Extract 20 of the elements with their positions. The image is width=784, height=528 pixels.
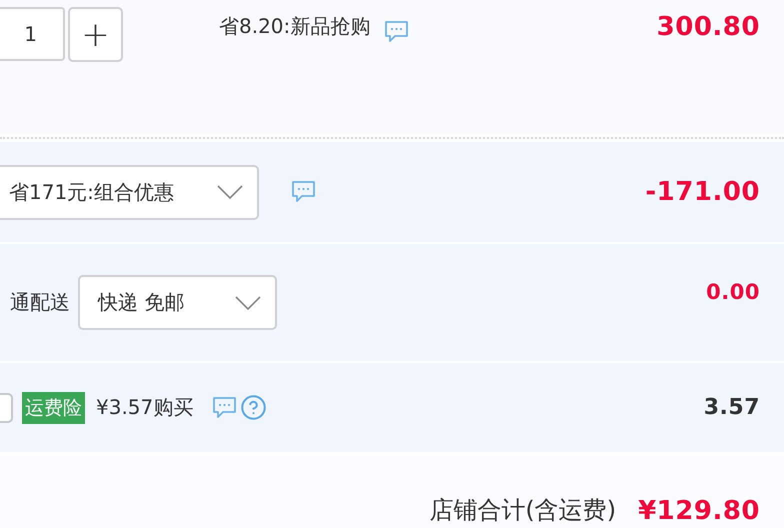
- help-icon[interactable]: [240, 394, 268, 421]
- item-price: 300.80: [656, 12, 760, 42]
- insurance-offer: ¥3.57购买: [96, 394, 194, 421]
- discount-dropdown[interactable]: 省171元:组合优惠: [0, 164, 259, 220]
- delivery-label: 通配送: [10, 289, 70, 316]
- increase-button[interactable]: +: [68, 7, 123, 62]
- insurance-tag: 运费险: [22, 392, 85, 424]
- comment-icon[interactable]: [212, 396, 238, 420]
- comment-icon[interactable]: [384, 20, 410, 44]
- total-label: 店铺合计(含运费): [429, 495, 616, 526]
- insurance-price: 3.57: [704, 395, 760, 420]
- discount-amount: -171.00: [645, 177, 760, 207]
- promotion-text: 省8.20:新品抢购: [219, 13, 370, 40]
- quantity-field[interactable]: 1: [0, 7, 65, 61]
- total-amount: ¥129.80: [638, 496, 760, 526]
- delivery-dropdown[interactable]: 快递 免邮: [78, 275, 277, 330]
- delivery-fee: 0.00: [706, 280, 760, 304]
- comment-icon[interactable]: [291, 180, 316, 204]
- chevron-down-icon: [235, 296, 261, 310]
- chevron-down-icon: [217, 185, 243, 199]
